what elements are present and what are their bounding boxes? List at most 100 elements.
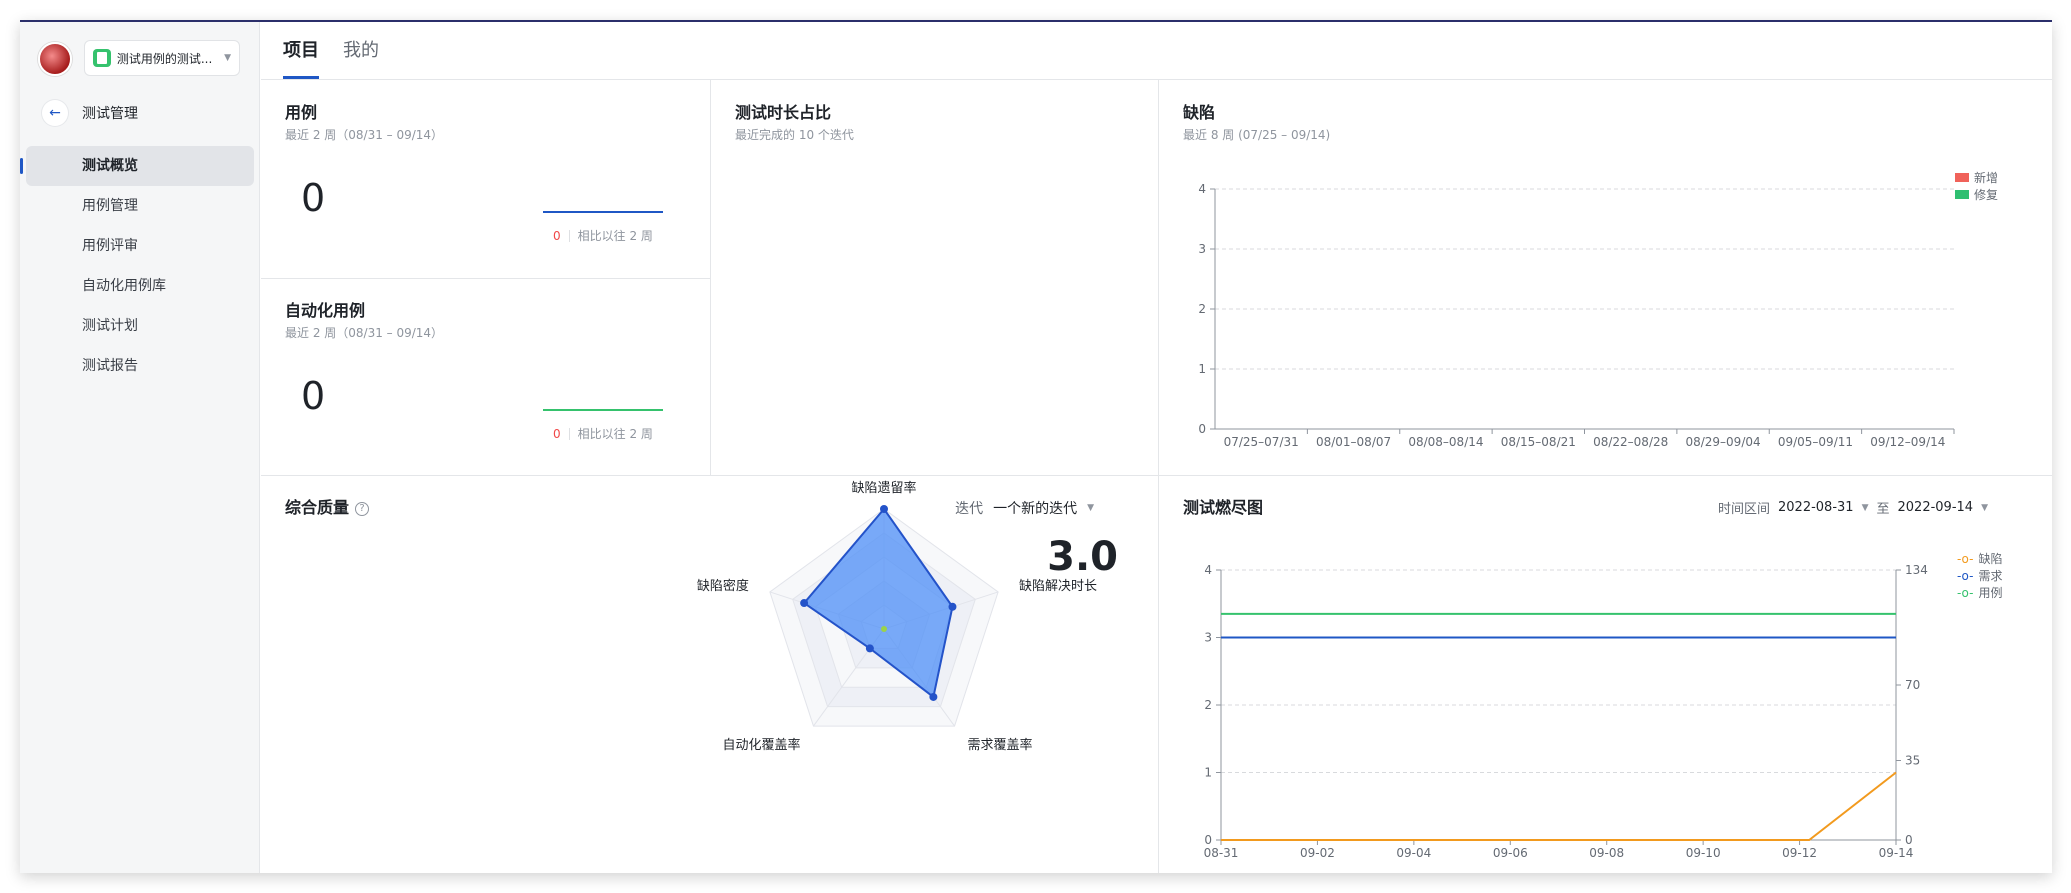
sidebar-item-cases[interactable]: 用例管理 [26,186,254,226]
legend-item[interactable]: 修复 [1955,186,1998,203]
card-subtitle: 最近 2 周（08/31 – 09/14） [285,128,444,142]
case-count: 0 [301,176,326,220]
legend-label: 需求 [1978,569,2003,583]
burndown-chart: 0 1 2 3 4 0 35 70 134 08-31 09-02 09-04 09-06 09-08 09… [1204,563,1928,860]
x-tick-label: 09/12–09/14 [1870,435,1945,449]
separator [568,427,570,440]
avatar[interactable] [38,42,72,76]
separator [568,229,570,242]
sidebar-item-plans[interactable]: 测试计划 [26,306,254,346]
legend-label: 新增 [1974,171,1999,185]
trend-line [543,211,663,213]
quality-card: 综合质量? 迭代 一个新的迭代 ▼ 3.0 缺陷遗留率 缺陷解决时长 需求覆盖率 自动… [261,476,1158,873]
y-tick-label: 0 [1204,833,1212,847]
series-line [1221,771,1897,841]
y-tick-label: 0 [1198,422,1206,436]
legend-label: 修复 [1974,188,1999,202]
y-tick-label: 4 [1204,563,1212,577]
chart-legend: -o- 缺陷 -o- 需求 -o- 用例 [1957,550,2002,601]
y-tick-label: 1 [1204,766,1212,780]
x-tick-label: 08/08–08/14 [1408,435,1483,449]
sidebar-item-overview[interactable]: 测试概览 [20,146,254,186]
chart-legend: 新增 修复 [1955,169,1998,203]
trend-line [543,409,663,411]
y2-tick-label: 0 [1905,833,1913,847]
x-tick-label: 09-08 [1589,846,1624,860]
sidebar-item-automation[interactable]: 自动化用例库 [26,266,254,306]
legend-label: 缺陷 [1978,552,2003,566]
legend-item[interactable]: -o- 缺陷 [1957,550,2002,567]
card-subtitle: 最近完成的 10 个迭代 [735,128,854,142]
radar-point [948,602,957,611]
card-title: 测试时长占比 [735,103,832,122]
legend-item[interactable]: 新增 [1955,169,1998,186]
sidebar-nav: 测试概览 用例管理 用例评审 自动化用例库 测试计划 测试报告 [20,146,254,386]
main-content: 项目 我的 用例 最近 2 周（08/31 – 09/14） 0 0 相比以往 … [261,22,2052,873]
radar-point [865,644,874,653]
x-tick-label: 08/29–09/04 [1685,435,1760,449]
legend-item[interactable]: -o- 用例 [1957,584,2002,601]
y2-tick-label: 134 [1905,563,1928,577]
sidebar-item-review[interactable]: 用例评审 [26,226,254,266]
y-tick-label: 2 [1204,698,1212,712]
cases-card: 用例 最近 2 周（08/31 – 09/14） 0 0 相比以往 2 周 [261,81,710,278]
x-tick-label: 08-31 [1204,846,1239,860]
delta-value: 0 [553,426,561,441]
project-selector[interactable]: 测试用例的测试... ▼ [84,40,240,76]
chevron-down-icon: ▼ [224,53,231,63]
compare-label: 相比以往 2 周 [577,229,653,243]
radar-axis-label: 缺陷密度 [697,578,749,594]
card-title: 用例 [285,103,318,122]
legend-swatch [1955,190,1969,199]
arrow-left-icon[interactable]: ← [42,100,68,126]
card-subtitle: 最近 2 周（08/31 – 09/14） [285,326,444,340]
y2-tick-label: 70 [1905,678,1920,692]
y-tick-label: 2 [1198,302,1206,316]
defects-chart: 0 1 2 3 4 07/25–07/31 08/01–08/07 08/08–08/14 08… [1198,182,1955,449]
legend-item[interactable]: -o- 需求 [1957,567,2002,584]
x-tick-label: 07/25–07/31 [1224,435,1299,449]
automation-count: 0 [301,374,326,418]
radar-axis-label: 自动化覆盖率 [723,737,801,753]
x-tick-label: 09/05–09/11 [1778,435,1853,449]
duration-card: 测试时长占比 最近完成的 10 个迭代 [711,81,1158,475]
y-tick-label: 3 [1198,242,1206,256]
card-title: 自动化用例 [285,301,366,320]
compare-label: 相比以往 2 周 [577,427,653,441]
x-tick-label: 08/01–08/07 [1316,435,1391,449]
delta-value: 0 [553,228,561,243]
x-tick-label: 09-04 [1396,846,1431,860]
tab-mine[interactable]: 我的 [343,22,379,79]
x-tick-label: 09-14 [1879,846,1914,860]
radar-axis-label: 缺陷遗留率 [851,480,916,496]
back-row: ← 测试管理 [42,100,138,126]
radar-axis-label: 缺陷解决时长 [1019,579,1097,594]
section-title: 测试管理 [82,106,138,122]
legend-swatch [1955,173,1969,182]
radar-point [800,599,809,608]
sidebar-item-reports[interactable]: 测试报告 [26,346,254,386]
x-tick-label: 09-02 [1300,846,1335,860]
y2-tick-label: 35 [1905,754,1920,768]
radar-point [880,505,888,513]
y-tick-label: 4 [1198,182,1206,196]
legend-label: 用例 [1978,586,2003,600]
tab-project[interactable]: 项目 [283,22,319,79]
radar-point [929,692,938,701]
burndown-card: 测试燃尽图 时间区间 2022-08-31 ▼ 至 2022-09-14 ▼ 0… [1159,476,2052,873]
sidebar: 测试用例的测试... ▼ ← 测试管理 测试概览 用例管理 用例评审 自动化用例… [20,22,260,873]
legend-swatch: -o- [1957,551,1974,566]
automation-card: 自动化用例 最近 2 周（08/31 – 09/14） 0 0 相比以往 2 周 [261,279,710,475]
x-tick-label: 09-12 [1782,846,1817,860]
y-tick-label: 3 [1204,631,1212,645]
tab-bar: 项目 我的 [261,22,2052,80]
x-tick-label: 08/22–08/28 [1593,435,1668,449]
compare-text: 0 相比以往 2 周 [553,425,653,442]
x-tick-label: 08/15–08/21 [1501,435,1576,449]
project-name: 测试用例的测试... [116,51,213,66]
x-tick-label: 09-06 [1493,846,1528,860]
x-tick-label: 09-10 [1686,846,1721,860]
defects-card: 缺陷 最近 8 周 (07/25 – 09/14) 0 1 2 3 4 07/25–07/… [1159,81,2052,475]
radar-axis-label: 需求覆盖率 [967,737,1032,753]
project-icon [93,49,111,67]
